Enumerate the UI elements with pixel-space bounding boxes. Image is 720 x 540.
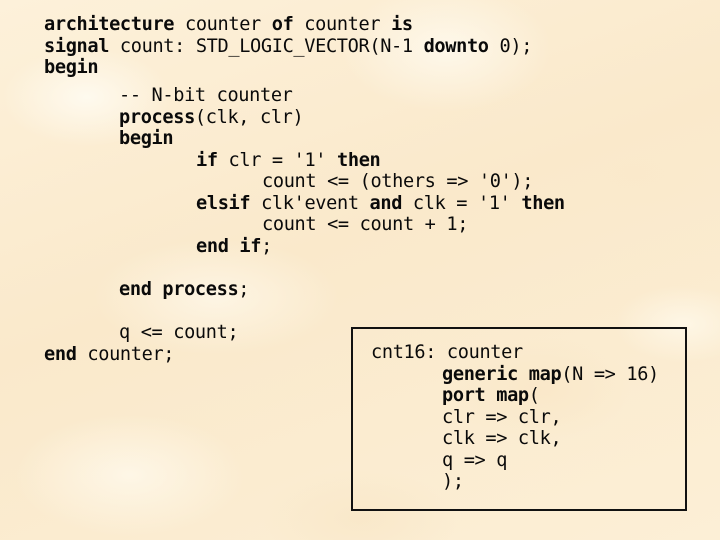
code-line: end counter; (44, 344, 175, 365)
callout-line: q => q (442, 450, 508, 471)
code-line: signal count: STD_LOGIC_VECTOR(N-1 downt… (44, 36, 533, 57)
code-line: begin (44, 57, 99, 78)
code-line: end if; (196, 236, 272, 257)
code-line: architecture counter of counter is (44, 14, 413, 35)
callout-line: clk => clk, (442, 428, 562, 449)
callout-line: generic map(N => 16) (442, 364, 659, 385)
code-line: -- N-bit counter (119, 85, 293, 106)
code-line: process(clk, clr) (119, 107, 304, 128)
slide-canvas: architecture counter of counter is signal… (0, 0, 720, 540)
callout-line: clr => clr, (442, 407, 562, 428)
code-line: count <= (others => '0'); (262, 171, 534, 192)
callout-line: port map( (442, 385, 540, 406)
code-line: if clr = '1' then (196, 150, 381, 171)
code-line: begin (119, 128, 174, 149)
code-line: elsif clk'event and clk = '1' then (196, 193, 565, 214)
code-line: count <= count + 1; (262, 214, 469, 235)
callout-line: cnt16: counter (371, 342, 523, 363)
code-line: end process; (119, 279, 250, 300)
code-line: q <= count; (119, 322, 239, 343)
callout-line: ); (442, 471, 464, 492)
